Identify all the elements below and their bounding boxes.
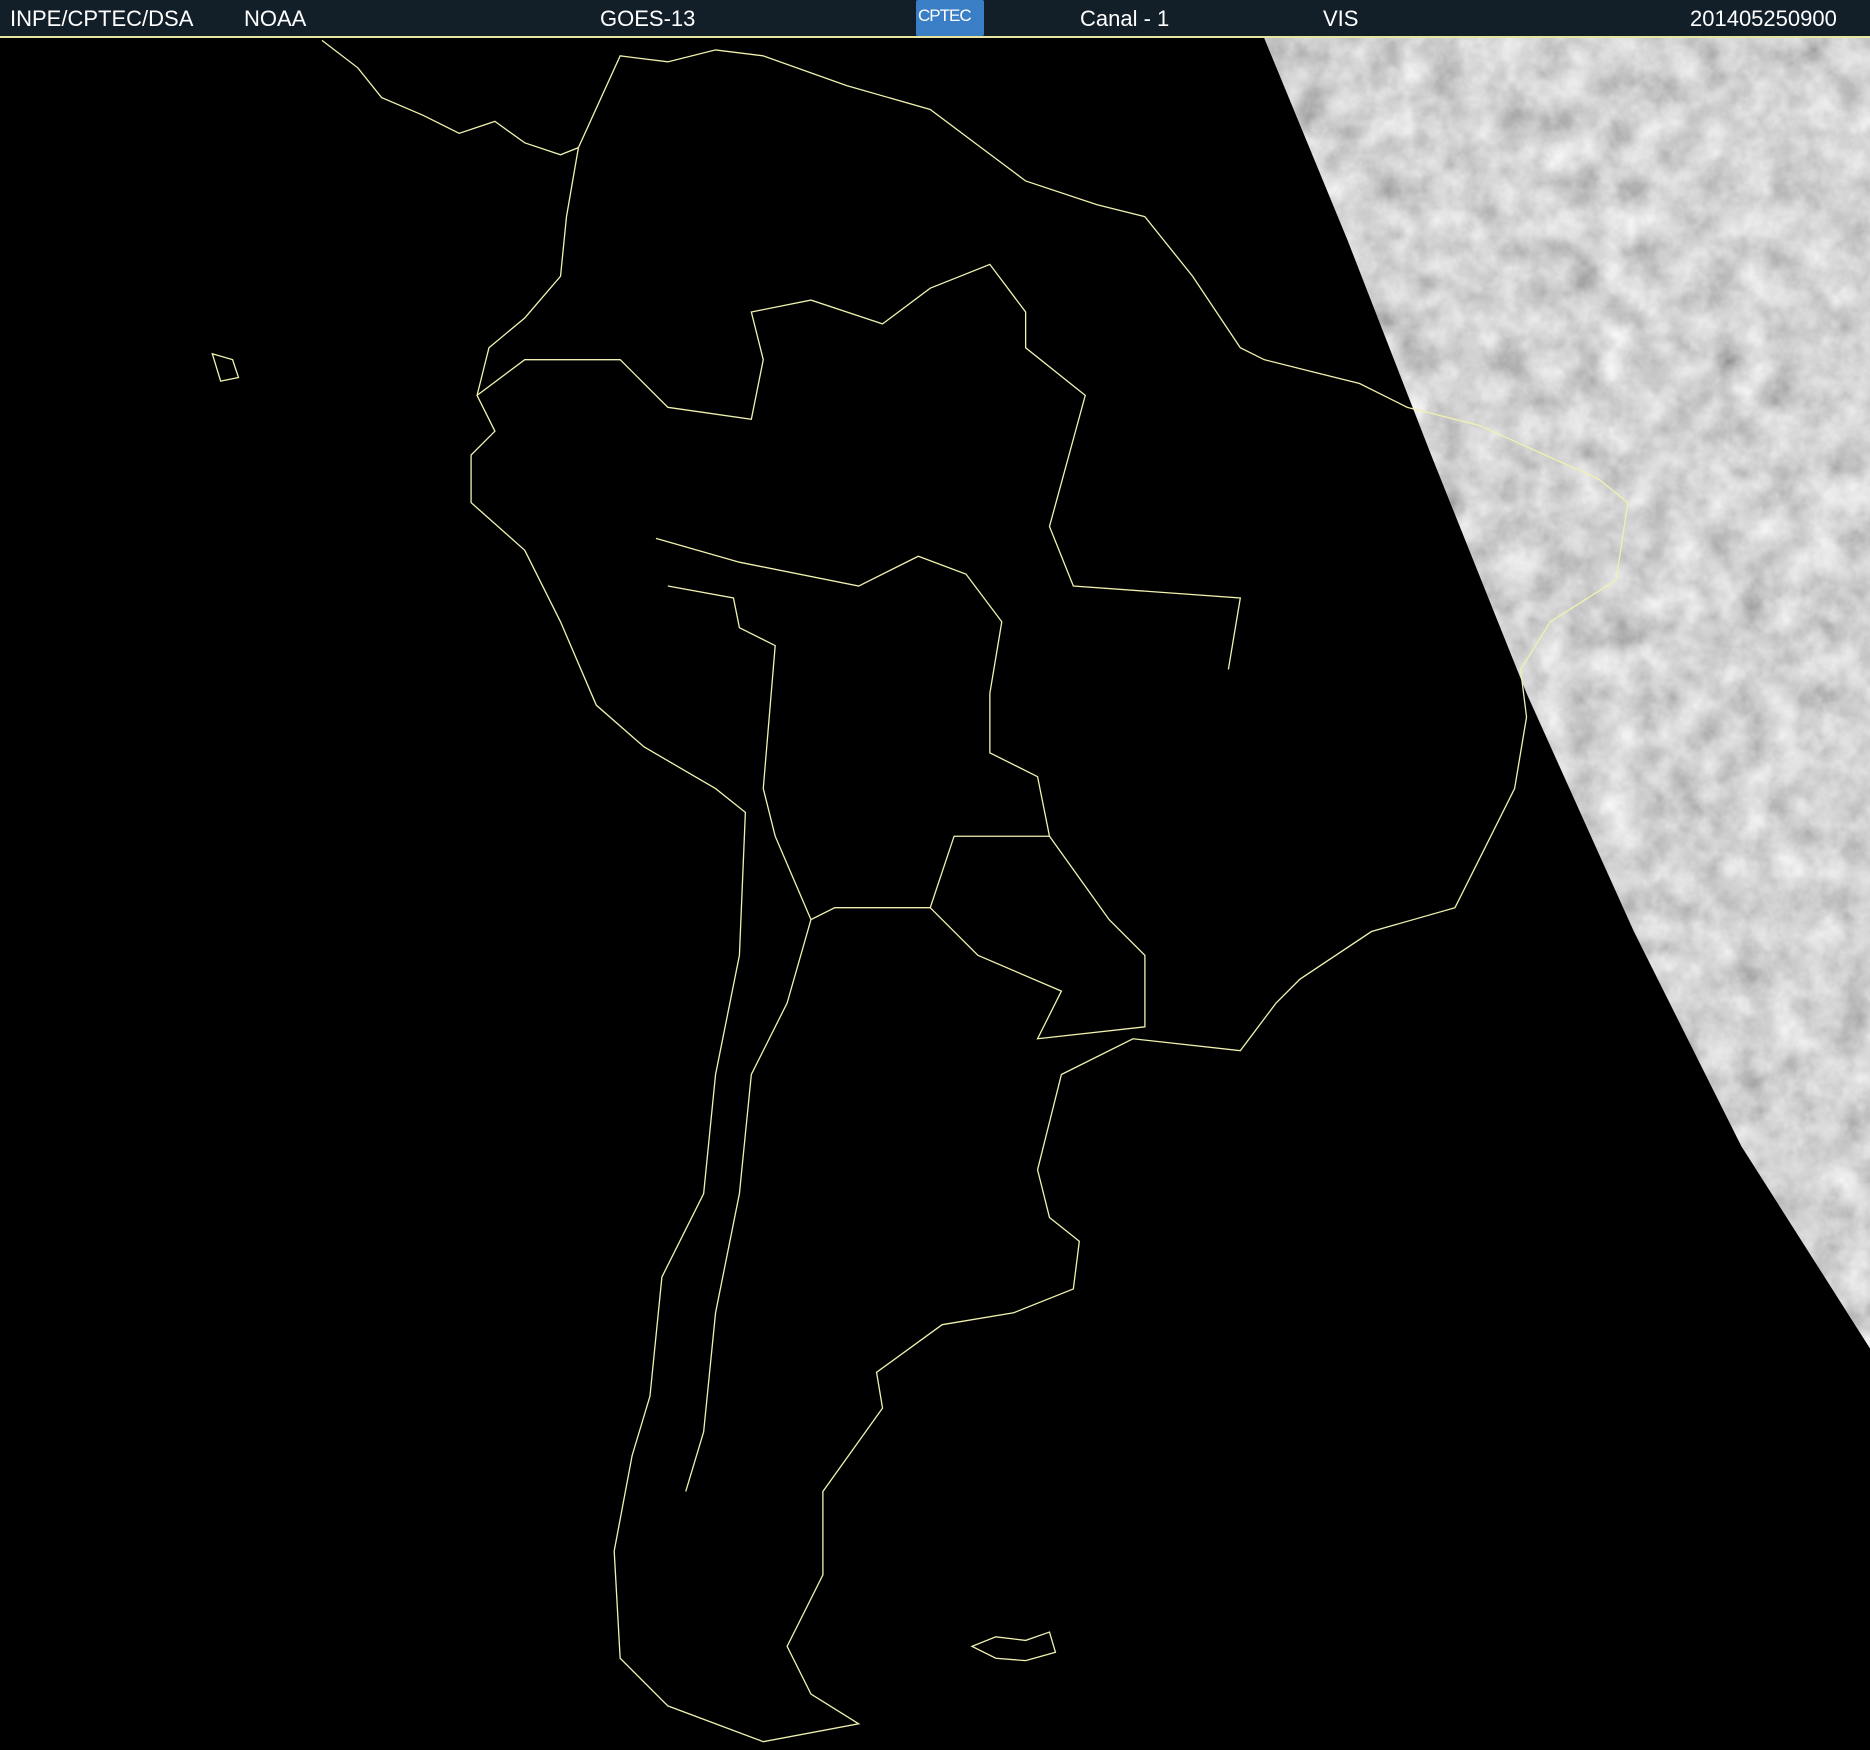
cptec-logo: CPTEC xyxy=(916,0,984,36)
timestamp-label: 201405250900 xyxy=(1690,6,1837,31)
band-label: VIS xyxy=(1323,6,1359,31)
image-header: INPE/CPTEC/DSA NOAA GOES-13 CPTEC Canal … xyxy=(0,0,1870,38)
satellite-label: GOES-13 xyxy=(600,6,696,31)
satellite-image xyxy=(0,38,1870,1750)
channel-label: Canal - 1 xyxy=(1080,6,1170,31)
provider-label: NOAA xyxy=(244,6,307,31)
agency-label: INPE/CPTEC/DSA xyxy=(10,6,194,31)
